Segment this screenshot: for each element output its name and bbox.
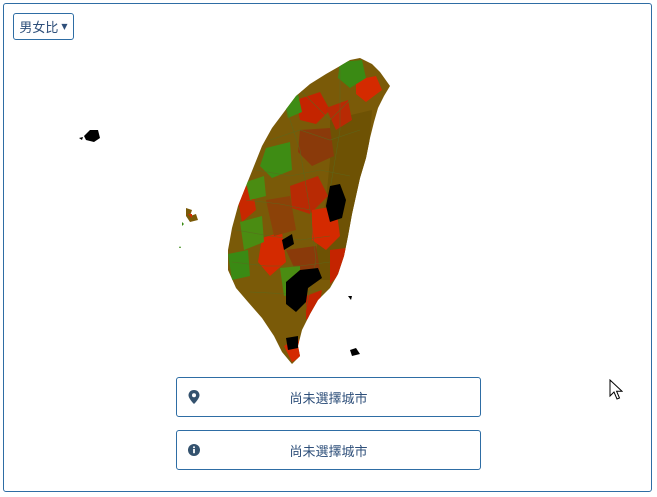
island-kinmen[interactable]	[84, 130, 100, 142]
island-orchid[interactable]	[350, 348, 360, 356]
info-circle-icon	[188, 443, 200, 457]
map-marker-icon	[188, 390, 200, 404]
city-info-label: 尚未選擇城市	[289, 444, 368, 460]
city-select-button[interactable]: 尚未選擇城市	[176, 377, 481, 417]
island-penghu-small[interactable]	[182, 222, 184, 226]
map-region[interactable]	[330, 248, 346, 284]
city-select-label: 尚未選擇城市	[289, 391, 368, 407]
island-green[interactable]	[348, 296, 352, 300]
island-small[interactable]	[179, 246, 181, 248]
mouse-pointer-icon	[609, 379, 623, 400]
island-small[interactable]	[79, 137, 83, 140]
taiwan-choropleth-map[interactable]	[0, 0, 657, 497]
map-region-no-data[interactable]	[286, 336, 298, 350]
city-info-button[interactable]: 尚未選擇城市	[176, 430, 481, 470]
